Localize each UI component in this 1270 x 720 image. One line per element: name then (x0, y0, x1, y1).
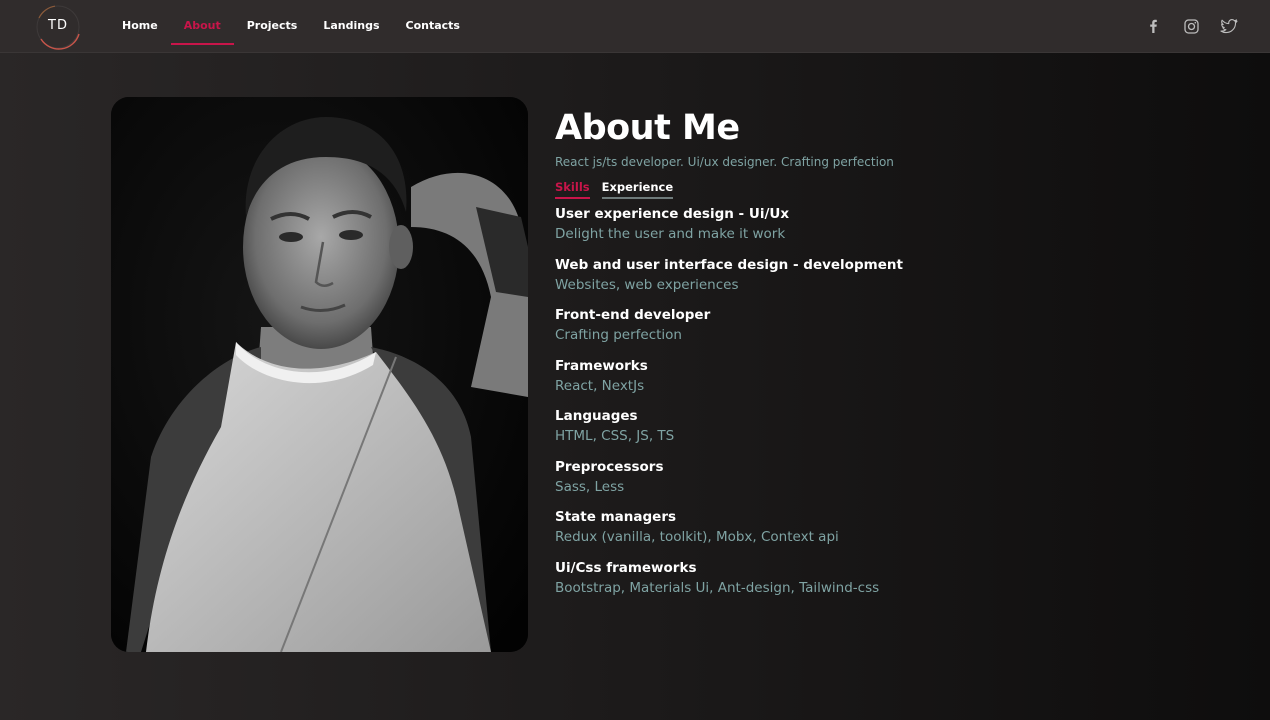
twitter-icon[interactable] (1218, 16, 1240, 36)
skill-title: Web and user interface design - developm… (555, 256, 903, 273)
skill-description: React, NextJs (555, 377, 645, 394)
logo-text: TD (48, 18, 68, 33)
tab-skills[interactable]: Skills (555, 180, 590, 200)
list-item: Web and user interface design - developm… (555, 255, 1215, 295)
list-item: Ui/Css frameworks Bootstrap, Materials U… (555, 558, 1215, 598)
skill-description: Redux (vanilla, toolkit), Mobx, Context … (555, 529, 839, 545)
skill-description: Websites, web experiences (555, 276, 739, 293)
instagram-icon[interactable] (1180, 16, 1202, 36)
facebook-icon[interactable] (1142, 16, 1164, 36)
main-nav: Home About Projects Landings Contacts (122, 0, 486, 53)
list-item: State managers Redux (vanilla, toolkit),… (555, 507, 1215, 547)
nav-contacts[interactable]: Contacts (406, 0, 460, 53)
list-item: Frameworks React, NextJs (555, 356, 1215, 396)
skill-title: Ui/Css frameworks (555, 559, 697, 576)
nav-landings[interactable]: Landings (323, 0, 379, 53)
skill-title: Preprocessors (555, 458, 664, 475)
skill-title: Frameworks (555, 357, 648, 374)
logo[interactable]: TD (35, 4, 81, 50)
navbar: TD Home About Projects Landings Contacts (0, 0, 1270, 53)
skill-description: Bootstrap, Materials Ui, Ant-design, Tai… (555, 579, 880, 596)
about-tabs: Skills Experience (555, 180, 1215, 200)
list-item: Front-end developer Crafting perfection (555, 305, 1215, 345)
skill-description: Sass, Less (555, 478, 625, 495)
skill-title: State managers (555, 509, 677, 525)
skill-title: Languages (555, 408, 638, 424)
list-item: Languages HTML, CSS, JS, TS (555, 406, 1215, 446)
skill-description: HTML, CSS, JS, TS (555, 428, 675, 444)
social-links (1126, 16, 1240, 36)
nav-home[interactable]: Home (122, 0, 158, 53)
skill-description: Delight the user and make it work (555, 226, 786, 242)
about-section: About Me React js/ts developer. Ui/ux de… (555, 104, 1215, 608)
page-subtitle: React js/ts developer. Ui/ux designer. C… (555, 155, 894, 169)
skill-title: User experience design - Ui/Ux (555, 206, 790, 222)
nav-about[interactable]: About (170, 0, 234, 53)
profile-photo (111, 97, 528, 652)
portrait-image (111, 97, 528, 652)
nav-projects[interactable]: Projects (247, 0, 298, 53)
tab-experience[interactable]: Experience (601, 180, 673, 200)
page-title: About Me (555, 108, 740, 148)
skills-list: User experience design - Ui/Ux Delight t… (555, 204, 1215, 598)
skill-title: Front-end developer (555, 307, 711, 323)
list-item: Preprocessors Sass, Less (555, 457, 1215, 497)
skill-description: Crafting perfection (555, 327, 682, 343)
list-item: User experience design - Ui/Ux Delight t… (555, 204, 1215, 244)
